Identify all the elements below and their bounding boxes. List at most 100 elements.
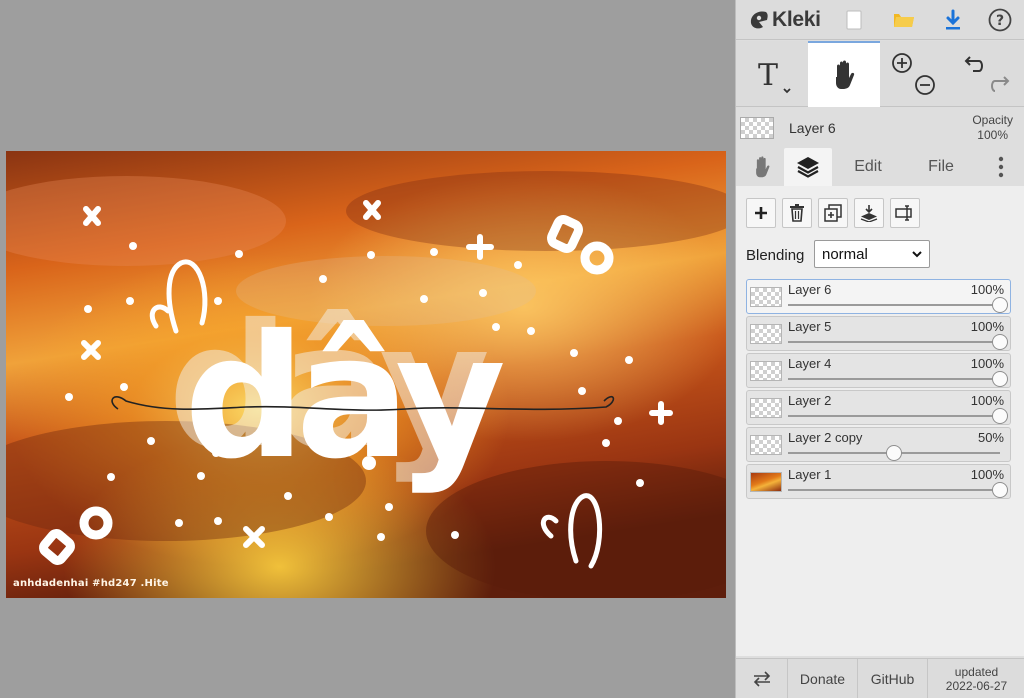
layer-opacity: 100% — [970, 282, 1004, 297]
updated-label: updated — [954, 665, 999, 679]
swap-side-button[interactable] — [736, 659, 788, 698]
layer-thumbnail — [750, 472, 782, 492]
layer-row[interactable]: Layer 1 100% — [746, 464, 1011, 499]
artwork-drawing: dây dây — [6, 151, 726, 598]
hand-tab-icon — [756, 156, 770, 178]
blending-select[interactable]: normal — [814, 240, 930, 268]
layer-row[interactable]: Layer 2 copy 50% — [746, 427, 1011, 462]
tab-layers[interactable] — [784, 148, 832, 186]
new-image-button[interactable] — [840, 6, 868, 34]
help-icon: ? — [988, 8, 1012, 32]
text-tool-icon: T — [758, 58, 791, 94]
app-name: Kleki — [772, 8, 821, 31]
help-button[interactable]: ? — [986, 6, 1014, 34]
delete-layer-button[interactable] — [782, 198, 812, 228]
svg-text:T: T — [758, 58, 778, 93]
donate-link[interactable]: Donate — [788, 659, 858, 698]
tool-row: T — [736, 41, 1024, 107]
watermark-text: anhdadenhai #hd247 .Hite — [13, 578, 169, 589]
rename-layer-button[interactable] — [890, 198, 920, 228]
layer-name: Layer 1 — [788, 467, 832, 482]
layer-opacity: 100% — [970, 319, 1004, 334]
save-image-button[interactable] — [939, 6, 967, 34]
duplicate-layer-button[interactable] — [818, 198, 848, 228]
layer-thumbnail — [750, 324, 782, 344]
rename-icon — [895, 205, 912, 221]
opacity-slider-knob[interactable] — [992, 408, 1008, 424]
updated-date: 2022-06-27 — [945, 679, 1008, 693]
hand-tool-button[interactable] — [808, 41, 880, 107]
open-folder-icon — [894, 14, 914, 27]
layer-thumbnail — [750, 361, 782, 381]
opacity-slider-knob[interactable] — [992, 371, 1008, 387]
open-image-button[interactable] — [890, 6, 918, 34]
opacity-value: 100% — [977, 128, 1008, 142]
tab-file[interactable]: File — [916, 148, 966, 186]
opacity-slider-knob[interactable] — [886, 445, 902, 461]
layer-name: Layer 4 — [788, 356, 832, 371]
layer-name: Layer 2 — [788, 393, 832, 408]
chevron-down-icon — [912, 251, 922, 258]
more-menu-button[interactable] — [986, 148, 1016, 186]
layer-thumbnail — [750, 287, 782, 307]
hand-tool-icon — [836, 60, 855, 89]
zoom-out-icon — [915, 75, 935, 95]
bottom-bar: Donate GitHub updated 2022-06-27 — [736, 658, 1024, 698]
merge-down-icon — [860, 205, 878, 222]
opacity-slider-track[interactable] — [788, 341, 1000, 343]
kleki-logo[interactable]: Kleki — [748, 6, 821, 34]
layer-opacity: 100% — [970, 467, 1004, 482]
top-bar: Kleki ? — [736, 0, 1024, 40]
current-layer-name: Layer 6 — [789, 120, 836, 136]
layer-row[interactable]: Layer 6 100% — [746, 279, 1011, 314]
side-panel: Kleki ? T Layer 6 Opacity 100% Edit File… — [735, 0, 1024, 698]
layer-thumbnail — [750, 435, 782, 455]
current-layer-info: Layer 6 Opacity 100% — [736, 108, 1024, 148]
svg-text:dây: dây — [184, 299, 503, 497]
opacity-label: Opacity — [972, 113, 1013, 127]
layers-panel: Blending normal Layer 6 100% Layer 5 100… — [736, 186, 1024, 656]
opacity-slider-knob[interactable] — [992, 297, 1008, 313]
changelog-link[interactable]: updated 2022-06-27 — [928, 659, 1024, 698]
opacity-slider-track[interactable] — [788, 378, 1000, 380]
layer-row[interactable]: Layer 4 100% — [746, 353, 1011, 388]
opacity-slider-knob[interactable] — [992, 482, 1008, 498]
merge-down-button[interactable] — [854, 198, 884, 228]
artwork-image[interactable]: dây dây — [6, 151, 726, 598]
zoom-buttons — [880, 41, 948, 107]
layer-name: Layer 6 — [788, 282, 832, 297]
layer-row[interactable]: Layer 5 100% — [746, 316, 1011, 351]
layer-thumbnail — [750, 398, 782, 418]
undo-icon[interactable] — [959, 49, 1015, 99]
zoom-in-icon[interactable] — [888, 49, 940, 99]
opacity-slider-track[interactable] — [788, 489, 1000, 491]
layer-opacity: 100% — [970, 393, 1004, 408]
tab-edit[interactable]: Edit — [842, 148, 894, 186]
layer-name: Layer 5 — [788, 319, 832, 334]
panel-tabs: Edit File — [736, 148, 1024, 186]
layers-icon — [797, 157, 819, 178]
add-layer-button[interactable] — [746, 198, 776, 228]
layer-actions — [746, 198, 920, 230]
opacity-slider-track[interactable] — [788, 304, 1000, 306]
undo-redo-buttons — [948, 41, 1024, 107]
layer-name: Layer 2 copy — [788, 430, 863, 445]
github-link[interactable]: GitHub — [858, 659, 928, 698]
layer-opacity: 100% — [970, 356, 1004, 371]
text-tool-button[interactable]: T — [736, 41, 808, 107]
redo-icon — [990, 76, 1009, 92]
blending-value: normal — [822, 246, 868, 263]
tab-tools[interactable] — [742, 148, 782, 186]
blending-label: Blending — [746, 247, 805, 264]
trash-icon — [790, 204, 804, 222]
current-layer-thumbnail — [740, 117, 774, 139]
plus-icon — [755, 207, 767, 219]
canvas-area[interactable]: dây dây anhdadenhai #hd247 .Hite — [0, 0, 735, 698]
opacity-slider-knob[interactable] — [992, 334, 1008, 350]
svg-text:?: ? — [996, 13, 1004, 29]
kleki-logo-icon — [750, 11, 768, 29]
swap-arrows-icon — [753, 671, 770, 687]
opacity-slider-track[interactable] — [788, 415, 1000, 417]
layer-row[interactable]: Layer 2 100% — [746, 390, 1011, 425]
download-icon — [946, 9, 960, 30]
